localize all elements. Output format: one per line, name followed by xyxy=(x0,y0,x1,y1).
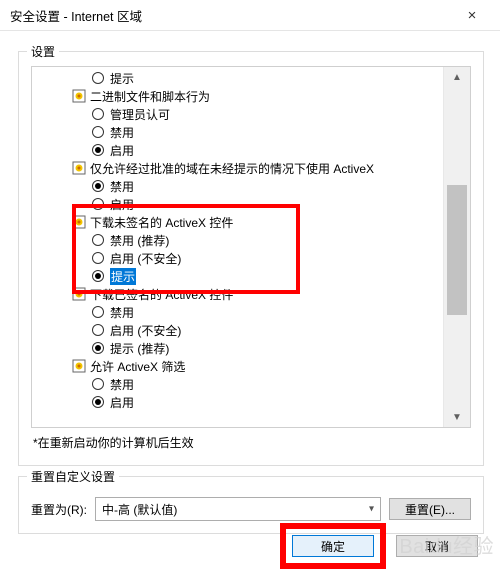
radio-option[interactable]: 禁用 xyxy=(34,123,440,141)
option-label: 禁用 xyxy=(110,124,134,141)
radio-option[interactable]: 启用 xyxy=(34,393,440,411)
radio-icon xyxy=(92,72,104,84)
option-label: 启用 xyxy=(110,394,134,411)
tree-group[interactable]: 下载已签名的 ActiveX 控件 xyxy=(34,285,440,303)
cancel-button[interactable]: 取消 xyxy=(396,535,478,557)
reset-button-label: 重置(E)... xyxy=(405,501,455,518)
reset-level-select[interactable]: 中-高 (默认值) ▾ xyxy=(95,497,381,521)
scrollbar-vertical[interactable]: ▲ ▼ xyxy=(443,67,470,427)
option-label: 管理员认可 xyxy=(110,106,170,123)
settings-group: 设置 提示 二进制文件和脚本行为 管理员认可 xyxy=(18,51,484,466)
activex-icon xyxy=(72,215,86,229)
radio-icon xyxy=(92,378,104,390)
option-label: 启用 xyxy=(110,196,134,213)
dialog-buttons: 确定 取消 xyxy=(280,523,478,569)
group-label: 下载未签名的 ActiveX 控件 xyxy=(90,214,233,231)
group-label: 下载已签名的 ActiveX 控件 xyxy=(90,286,233,303)
radio-icon xyxy=(92,252,104,264)
radio-option[interactable]: 提示 (推荐) xyxy=(34,339,440,357)
radio-icon-selected xyxy=(92,180,104,192)
radio-icon xyxy=(92,306,104,318)
scroll-up-icon[interactable]: ▲ xyxy=(444,67,470,87)
activex-icon xyxy=(72,287,86,301)
option-label: 禁用 xyxy=(110,178,134,195)
radio-icon xyxy=(92,126,104,138)
tree-group[interactable]: 允许 ActiveX 筛选 xyxy=(34,357,440,375)
radio-icon-selected xyxy=(92,396,104,408)
radio-option[interactable]: 禁用 xyxy=(34,303,440,321)
cancel-button-label: 取消 xyxy=(425,538,449,555)
option-label: 启用 (不安全) xyxy=(110,322,181,339)
radio-option[interactable]: 启用 (不安全) xyxy=(34,321,440,339)
settings-note: *在重新启动你的计算机后生效 xyxy=(31,434,471,451)
chevron-down-icon: ▾ xyxy=(369,504,374,515)
reset-level-value: 中-高 (默认值) xyxy=(102,501,177,518)
window-title: 安全设置 - Internet 区域 xyxy=(10,6,452,25)
radio-icon-selected xyxy=(92,342,104,354)
group-label: 仅允许经过批准的域在未经提示的情况下使用 ActiveX xyxy=(90,160,374,177)
highlight-box-annotation: 确定 xyxy=(280,523,386,569)
activex-icon xyxy=(72,89,86,103)
option-label: 禁用 xyxy=(110,304,134,321)
tree-group-download-unsigned[interactable]: 下载未签名的 ActiveX 控件 xyxy=(34,213,440,231)
option-label: 启用 (不安全) xyxy=(110,250,181,267)
option-label: 提示 (推荐) xyxy=(110,340,169,357)
radio-icon xyxy=(92,234,104,246)
activex-icon xyxy=(72,161,86,175)
reset-group-label: 重置自定义设置 xyxy=(27,468,119,485)
group-label: 二进制文件和脚本行为 xyxy=(90,88,210,105)
settings-group-label: 设置 xyxy=(27,43,59,60)
radio-icon-selected xyxy=(92,270,104,282)
activex-icon xyxy=(72,359,86,373)
radio-option[interactable]: 禁用 xyxy=(34,375,440,393)
option-label: 禁用 (推荐) xyxy=(110,232,169,249)
radio-icon xyxy=(92,198,104,210)
tree-group[interactable]: 仅允许经过批准的域在未经提示的情况下使用 ActiveX xyxy=(34,159,440,177)
reset-button[interactable]: 重置(E)... xyxy=(389,498,471,520)
ok-button-label: 确定 xyxy=(321,538,345,555)
radio-option-selected[interactable]: 提示 xyxy=(34,267,440,285)
reset-label: 重置为(R): xyxy=(31,501,87,518)
close-icon[interactable]: × xyxy=(452,7,492,24)
radio-option[interactable]: 启用 (不安全) xyxy=(34,249,440,267)
scrollbar-thumb[interactable] xyxy=(447,185,467,315)
radio-option[interactable]: 禁用 (推荐) xyxy=(34,231,440,249)
radio-icon-selected xyxy=(92,144,104,156)
radio-option[interactable]: 启用 xyxy=(34,195,440,213)
group-label: 允许 ActiveX 筛选 xyxy=(90,358,185,375)
settings-tree[interactable]: 提示 二进制文件和脚本行为 管理员认可 禁用 xyxy=(34,69,440,425)
ok-button[interactable]: 确定 xyxy=(292,535,374,557)
option-label: 启用 xyxy=(110,142,134,159)
scroll-down-icon[interactable]: ▼ xyxy=(444,407,470,427)
option-label: 禁用 xyxy=(110,376,134,393)
radio-icon xyxy=(92,108,104,120)
option-label-highlighted: 提示 xyxy=(110,268,136,285)
tree-group[interactable]: 二进制文件和脚本行为 xyxy=(34,87,440,105)
radio-icon xyxy=(92,324,104,336)
radio-option[interactable]: 启用 xyxy=(34,141,440,159)
option-label: 提示 xyxy=(110,70,134,87)
titlebar: 安全设置 - Internet 区域 × xyxy=(0,0,500,31)
radio-option[interactable]: 禁用 xyxy=(34,177,440,195)
radio-option[interactable]: 提示 xyxy=(34,69,440,87)
settings-tree-container: 提示 二进制文件和脚本行为 管理员认可 禁用 xyxy=(31,66,471,428)
radio-option[interactable]: 管理员认可 xyxy=(34,105,440,123)
